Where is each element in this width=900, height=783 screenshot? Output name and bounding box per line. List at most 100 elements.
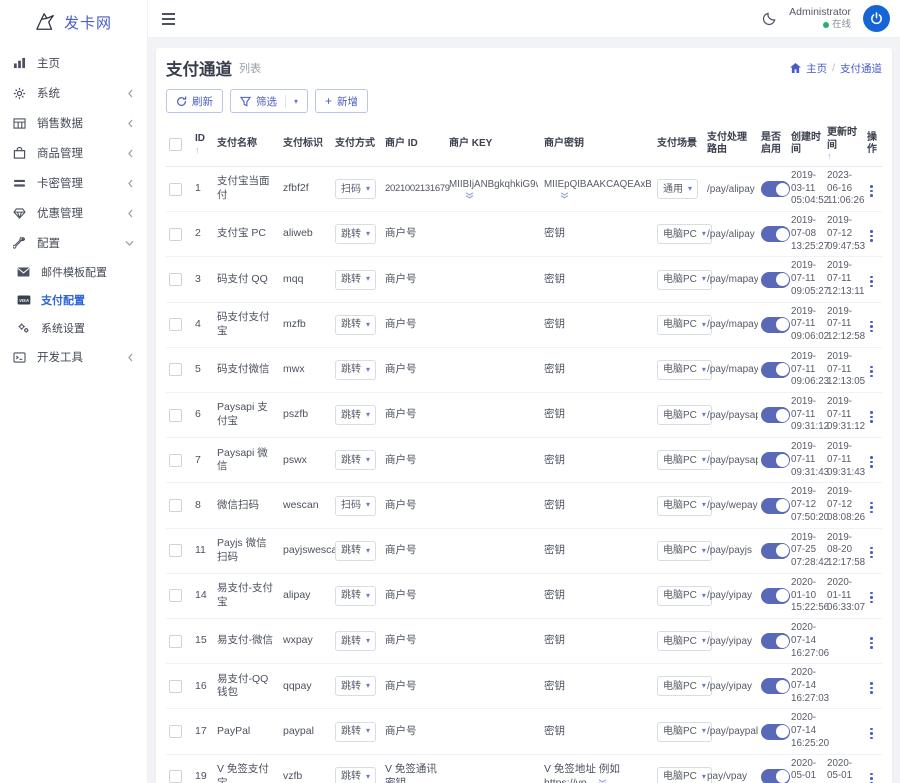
- method-select[interactable]: 跳转▾: [335, 315, 376, 335]
- sort-arrow-icon[interactable]: ↑: [827, 152, 861, 161]
- scene-select[interactable]: 通用▾: [657, 179, 698, 199]
- row-checkbox[interactable]: [169, 183, 182, 196]
- method-select[interactable]: 跳转▾: [335, 405, 376, 425]
- sidebar-item-promo-manage[interactable]: 优惠管理: [0, 198, 147, 228]
- scene-select[interactable]: 电脑PC▾: [657, 676, 712, 696]
- filter-button[interactable]: 筛选 ▾: [230, 89, 308, 113]
- sidebar-item-config[interactable]: 配置: [0, 228, 147, 258]
- row-checkbox[interactable]: [169, 318, 182, 331]
- expand-secret-icon[interactable]: [595, 779, 607, 783]
- method-select[interactable]: 跳转▾: [335, 270, 376, 290]
- scene-select[interactable]: 电脑PC▾: [657, 270, 712, 290]
- sidebar-item-card-manage[interactable]: 卡密管理: [0, 168, 147, 198]
- method-select[interactable]: 跳转▾: [335, 450, 376, 470]
- expand-secret-icon[interactable]: [449, 191, 474, 199]
- row-checkbox[interactable]: [169, 770, 182, 783]
- method-select[interactable]: 跳转▾: [335, 767, 376, 783]
- select-all-checkbox[interactable]: [169, 138, 182, 151]
- expand-secret-icon[interactable]: [544, 191, 569, 199]
- enable-toggle[interactable]: [761, 452, 790, 468]
- method-select[interactable]: 跳转▾: [335, 722, 376, 742]
- row-checkbox[interactable]: [169, 544, 182, 557]
- row-actions-kebab-icon[interactable]: [867, 499, 876, 517]
- method-select[interactable]: 跳转▾: [335, 586, 376, 606]
- scene-select[interactable]: 电脑PC▾: [657, 541, 712, 561]
- row-checkbox[interactable]: [169, 589, 182, 602]
- scene-select[interactable]: 电脑PC▾: [657, 496, 712, 516]
- row-actions-kebab-icon[interactable]: [867, 634, 876, 652]
- scene-select[interactable]: 电脑PC▾: [657, 586, 712, 606]
- enable-toggle[interactable]: [761, 181, 790, 197]
- sidebar-item-sales-data[interactable]: 销售数据: [0, 108, 147, 138]
- row-actions-kebab-icon[interactable]: [867, 544, 876, 562]
- cell-pay-code: mqq: [280, 257, 332, 302]
- breadcrumb-current[interactable]: 支付通道: [840, 61, 882, 76]
- sidebar-item-product-manage[interactable]: 商品管理: [0, 138, 147, 168]
- method-select[interactable]: 跳转▾: [335, 360, 376, 380]
- row-actions-kebab-icon[interactable]: [867, 453, 876, 471]
- scene-select[interactable]: 电脑PC▾: [657, 450, 712, 470]
- enable-toggle[interactable]: [761, 317, 790, 333]
- method-select[interactable]: 跳转▾: [335, 224, 376, 244]
- enable-toggle[interactable]: [761, 769, 790, 783]
- sidebar-item-dev-tools[interactable]: 开发工具: [0, 342, 147, 372]
- row-actions-kebab-icon[interactable]: [867, 725, 876, 743]
- sidebar-item-system-settings[interactable]: 系统设置: [0, 314, 147, 342]
- row-actions-kebab-icon[interactable]: [867, 273, 876, 291]
- enable-toggle[interactable]: [761, 272, 790, 288]
- breadcrumb-home-link[interactable]: 主页: [806, 61, 827, 76]
- row-actions-kebab-icon[interactable]: [867, 589, 876, 607]
- cogs-icon: [17, 322, 32, 335]
- brand[interactable]: 发卡网: [0, 0, 147, 40]
- scene-select[interactable]: 电脑PC▾: [657, 405, 712, 425]
- row-actions-kebab-icon[interactable]: [867, 363, 876, 381]
- method-select[interactable]: 扫码▾: [335, 496, 376, 516]
- enable-toggle[interactable]: [761, 407, 790, 423]
- row-checkbox[interactable]: [169, 228, 182, 241]
- enable-toggle[interactable]: [761, 633, 790, 649]
- enable-toggle[interactable]: [761, 543, 790, 559]
- method-select[interactable]: 跳转▾: [335, 676, 376, 696]
- scene-select[interactable]: 电脑PC▾: [657, 767, 712, 783]
- row-actions-kebab-icon[interactable]: [867, 679, 876, 697]
- method-select[interactable]: 跳转▾: [335, 541, 376, 561]
- dark-mode-moon-icon[interactable]: [762, 11, 777, 26]
- cell-merchant-key: [446, 212, 541, 257]
- scene-select[interactable]: 电脑PC▾: [657, 315, 712, 335]
- row-checkbox[interactable]: [169, 725, 182, 738]
- sidebar-item-system[interactable]: 系统: [0, 78, 147, 108]
- enable-toggle[interactable]: [761, 226, 790, 242]
- row-checkbox[interactable]: [169, 409, 182, 422]
- row-actions-kebab-icon[interactable]: [867, 408, 876, 426]
- enable-toggle[interactable]: [761, 362, 790, 378]
- row-checkbox[interactable]: [169, 273, 182, 286]
- scene-select[interactable]: 电脑PC▾: [657, 224, 712, 244]
- row-actions-kebab-icon[interactable]: [867, 182, 876, 200]
- enable-toggle[interactable]: [761, 678, 790, 694]
- sidebar-item-payment-config[interactable]: VISA支付配置: [0, 286, 147, 314]
- scene-select[interactable]: 电脑PC▾: [657, 631, 712, 651]
- sidebar-item-mail-template-config[interactable]: 邮件模板配置: [0, 258, 147, 286]
- row-checkbox[interactable]: [169, 499, 182, 512]
- method-select[interactable]: 扫码▾: [335, 179, 376, 199]
- enable-toggle[interactable]: [761, 588, 790, 604]
- sidebar-item-home[interactable]: 主页: [0, 48, 147, 78]
- row-actions-kebab-icon[interactable]: [867, 318, 876, 336]
- method-select[interactable]: 跳转▾: [335, 631, 376, 651]
- user-menu[interactable]: Administrator 在线: [789, 6, 851, 31]
- enable-toggle[interactable]: [761, 724, 790, 740]
- row-actions-kebab-icon[interactable]: [867, 770, 876, 783]
- refresh-button[interactable]: 刷新: [166, 89, 223, 113]
- hamburger-menu-icon[interactable]: [158, 9, 179, 29]
- scene-select[interactable]: 电脑PC▾: [657, 360, 712, 380]
- sort-arrow-icon[interactable]: ↑: [195, 146, 211, 155]
- row-checkbox[interactable]: [169, 454, 182, 467]
- row-checkbox[interactable]: [169, 680, 182, 693]
- row-actions-kebab-icon[interactable]: [867, 227, 876, 245]
- enable-toggle[interactable]: [761, 498, 790, 514]
- add-button[interactable]: + 新增: [315, 89, 368, 113]
- row-checkbox[interactable]: [169, 363, 182, 376]
- scene-select[interactable]: 电脑PC▾: [657, 722, 712, 742]
- row-checkbox[interactable]: [169, 635, 182, 648]
- avatar[interactable]: [863, 5, 890, 32]
